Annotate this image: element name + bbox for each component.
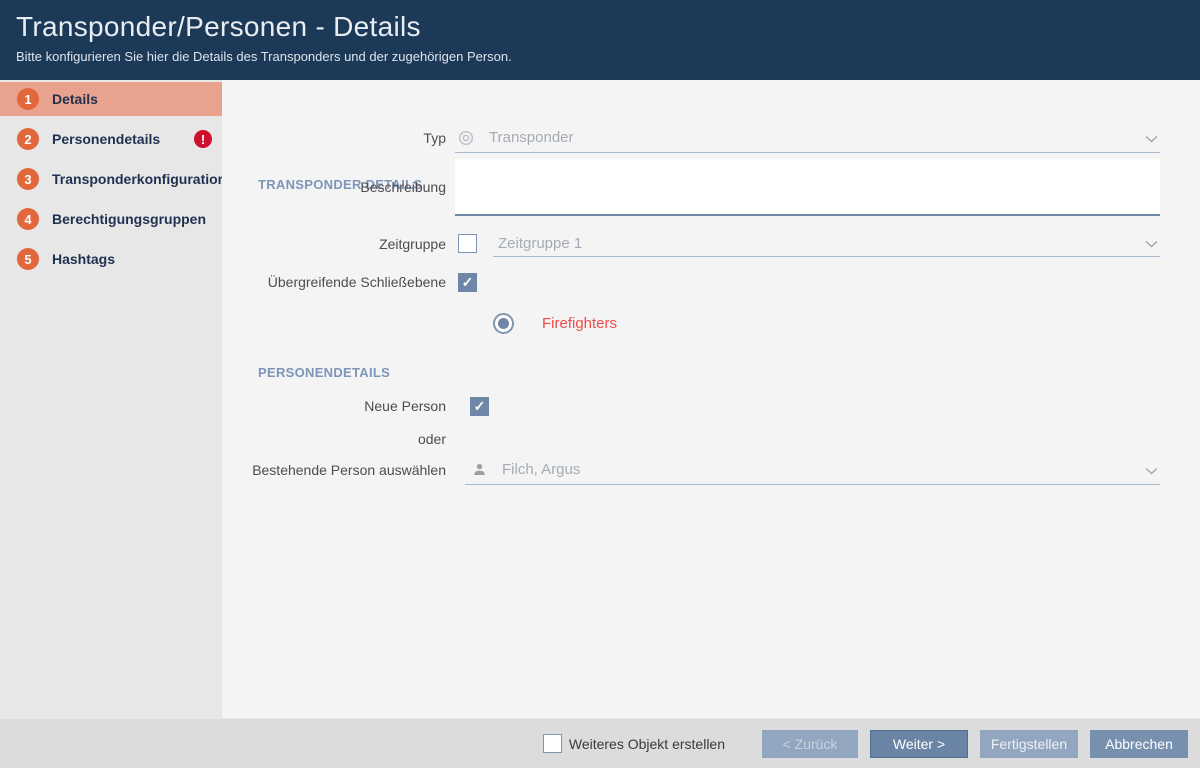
- uebergreifende-schliessebene-label: Übergreifende Schließebene: [240, 274, 446, 290]
- step-number-badge: 3: [17, 168, 39, 190]
- sidebar-step-berechtigungsgruppen[interactable]: 4 Berechtigungsgruppen: [0, 202, 222, 236]
- zeitgruppe-value: Zeitgruppe 1: [498, 235, 582, 252]
- beschreibung-textarea[interactable]: [455, 159, 1160, 216]
- sidebar-step-details[interactable]: 1 Details: [0, 82, 222, 116]
- step-label: Transponderkonfiguration: [52, 171, 226, 187]
- page-subtitle: Bitte konfigurieren Sie hier die Details…: [16, 49, 1184, 64]
- typ-label: Typ: [240, 130, 446, 146]
- sidebar-step-transponderkonfiguration[interactable]: 3 Transponderkonfiguration: [0, 162, 222, 196]
- wizard-footer: Weiteres Objekt erstellen < Zurück Weite…: [0, 718, 1200, 768]
- step-number-badge: 1: [17, 88, 39, 110]
- abbrechen-button[interactable]: Abbrechen: [1090, 730, 1188, 758]
- step-label: Hashtags: [52, 251, 115, 267]
- zeitgruppe-label: Zeitgruppe: [240, 236, 446, 252]
- zurueck-button[interactable]: < Zurück: [762, 730, 858, 758]
- neue-person-checkbox[interactable]: [470, 397, 489, 416]
- wizard-step-sidebar: 1 Details 2 Personendetails 3 Transponde…: [0, 80, 222, 718]
- step-label: Berechtigungsgruppen: [52, 211, 206, 227]
- chevron-down-icon: [1145, 235, 1158, 253]
- fertigstellen-button[interactable]: Fertigstellen: [980, 730, 1078, 758]
- chevron-down-icon: [1145, 130, 1158, 148]
- sidebar-step-hashtags[interactable]: 5 Hashtags: [0, 242, 222, 276]
- step-number-badge: 4: [17, 208, 39, 230]
- transponder-icon: [458, 130, 474, 146]
- bestehende-person-value: Filch, Argus: [502, 461, 580, 478]
- error-exclamation-icon: [194, 130, 212, 148]
- sidebar-step-personendetails[interactable]: 2 Personendetails: [0, 122, 222, 156]
- section-personendetails: PERSONENDETAILS: [258, 365, 390, 380]
- typ-dropdown[interactable]: Transponder: [455, 123, 1160, 153]
- beschreibung-label: Beschreibung: [240, 179, 446, 195]
- neue-person-label: Neue Person: [240, 398, 446, 414]
- bestehende-person-dropdown[interactable]: Filch, Argus: [465, 455, 1160, 485]
- wizard-header: Transponder/Personen - Details Bitte kon…: [0, 0, 1200, 80]
- zeitgruppe-dropdown[interactable]: Zeitgruppe 1: [493, 230, 1160, 257]
- typ-value: Transponder: [489, 129, 574, 146]
- bestehende-person-label: Bestehende Person auswählen: [240, 462, 446, 478]
- oder-label: oder: [240, 431, 446, 447]
- firefighters-radio[interactable]: [493, 313, 514, 334]
- firefighters-label: Firefighters: [542, 315, 617, 332]
- weiteres-objekt-label: Weiteres Objekt erstellen: [569, 736, 725, 752]
- uebergreifende-schliessebene-checkbox[interactable]: [458, 273, 477, 292]
- page-title: Transponder/Personen - Details: [16, 11, 1184, 43]
- weiter-button[interactable]: Weiter >: [870, 730, 968, 758]
- step-label: Details: [52, 91, 98, 107]
- person-icon: [472, 462, 487, 477]
- step-label: Personendetails: [52, 131, 160, 147]
- step-number-badge: 5: [17, 248, 39, 270]
- zeitgruppe-checkbox[interactable]: [458, 234, 477, 253]
- chevron-down-icon: [1145, 462, 1158, 480]
- radio-dot: [498, 318, 509, 329]
- step-number-badge: 2: [17, 128, 39, 150]
- weiteres-objekt-checkbox[interactable]: [543, 734, 562, 753]
- details-form: TRANSPONDER DETAILS Typ Transponder Besc…: [222, 80, 1200, 718]
